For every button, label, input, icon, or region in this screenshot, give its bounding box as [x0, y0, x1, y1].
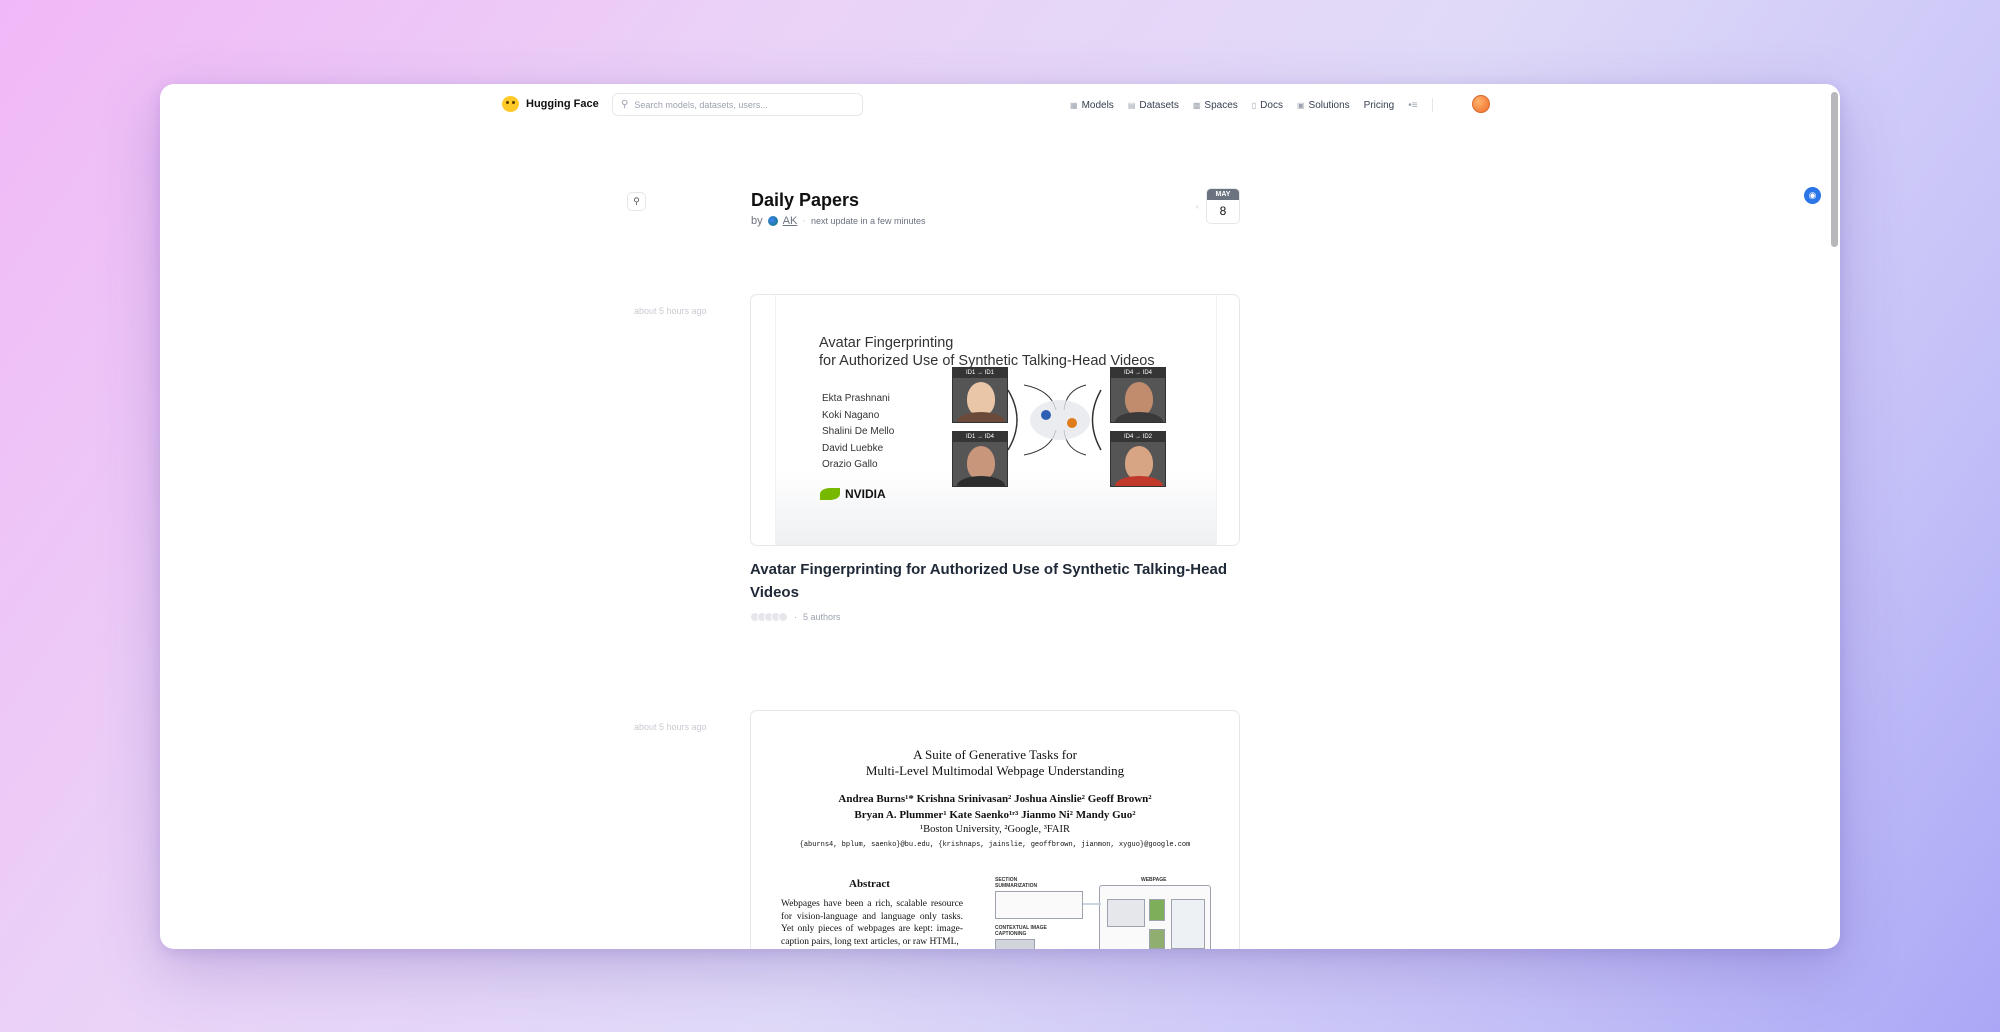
pdf-title-line1: A Suite of Generative Tasks for — [913, 747, 1077, 762]
pdf-authors-line1: Andrea Burns¹* Krishna Srinivasan² Joshu… — [838, 793, 1152, 805]
search-box[interactable]: ⚲ — [612, 93, 863, 116]
user-avatar[interactable] — [1472, 95, 1490, 113]
search-input[interactable] — [634, 99, 835, 110]
pdf-title-line2: Multi-Level Multimodal Webpage Understan… — [865, 763, 1125, 778]
byline: by AK · next update in a few minutes — [751, 215, 926, 227]
hugging-face-logo-icon — [502, 96, 519, 112]
paper-title-link[interactable]: Avatar Fingerprinting for Authorized Use… — [750, 558, 1230, 604]
browser-window: Hugging Face ⚲ ▦Models ▤Datasets ▩Spaces… — [160, 84, 1840, 949]
cube-icon: ▦ — [1070, 100, 1078, 110]
pdf-figure: SECTION SUMMARIZATION CONTEXTUAL IMAGE C… — [995, 877, 1217, 949]
nav-models-label: Models — [1081, 99, 1114, 111]
grid-icon: ▩ — [1192, 100, 1201, 110]
paper-thumbnail[interactable]: A Suite of Generative Tasks for Multi-Le… — [750, 710, 1240, 949]
face-label: ID1 → ID1 — [953, 368, 1007, 378]
doc-icon: ▯ — [1251, 100, 1257, 110]
face-label: ID1 → ID4 — [953, 432, 1007, 442]
nav-docs-label: Docs — [1260, 99, 1283, 111]
nav-models[interactable]: ▦ Models — [1070, 100, 1114, 111]
more-menu-button[interactable]: •≡ — [1408, 100, 1417, 111]
fig-webpage-text — [1107, 899, 1145, 927]
pdf-preview: A Suite of Generative Tasks for Multi-Le… — [751, 711, 1239, 949]
nav-spaces[interactable]: ▩ Spaces — [1193, 100, 1238, 111]
nav-divider — [1431, 98, 1433, 112]
by-label: by — [751, 215, 763, 227]
paper-meta: · 5 authors — [750, 612, 841, 622]
page-title: Daily Papers — [751, 190, 860, 210]
separator: · — [802, 215, 806, 227]
fig-text-box — [995, 891, 1083, 919]
nav-datasets[interactable]: ▤ Datasets — [1128, 100, 1179, 111]
fig-image-box — [995, 939, 1035, 949]
fig-label: WEBPAGE — [1141, 877, 1167, 883]
nav-links: ▦ Models ▤ Datasets ▩ Spaces ▯ Docs ▣ Solutio… — [1070, 98, 1433, 112]
more-menu-icon: •≡ — [1408, 99, 1418, 111]
nav-docs[interactable]: ▯ Docs — [1252, 100, 1283, 111]
top-nav: Hugging Face ⚲ ▦Models ▤Datasets ▩Spaces… — [160, 84, 1840, 124]
search-icon: ⚲ — [633, 196, 640, 206]
face-label: ID4 → ID2 — [1111, 432, 1165, 442]
author-avatar — [778, 612, 788, 622]
pdf-abstract-heading: Abstract — [849, 878, 890, 890]
author-link[interactable]: AK — [783, 215, 798, 227]
nav-solutions[interactable]: ▣ Solutions — [1297, 100, 1350, 111]
nav-datasets-label: Datasets — [1139, 99, 1179, 111]
fig-label: SECTION SUMMARIZATION — [995, 877, 1038, 889]
slide-image: Avatar Fingerprinting for Authorized Use… — [775, 295, 1217, 545]
nav-solutions-label: Solutions — [1308, 99, 1350, 111]
pdf-abstract-text: Webpages have been a rich, scalable reso… — [781, 899, 963, 947]
page-header: Daily Papers by AK · next update in a fe… — [751, 190, 926, 227]
papers-search-button[interactable]: ⚲ — [627, 192, 646, 211]
fig-connector — [1083, 903, 1101, 905]
briefcase-icon: ▣ — [1296, 100, 1305, 110]
search-icon: ⚲ — [621, 99, 629, 110]
date-badge[interactable]: MAY 8 — [1206, 188, 1240, 224]
brand-logo[interactable]: Hugging Face — [502, 96, 599, 112]
pdf-emails: {aburns4, bplum, saenko}@bu.edu, {krishn… — [799, 841, 1191, 849]
pdf-affiliations: ¹Boston University, ²Google, ³FAIR — [919, 824, 1071, 835]
pdf-authors-line2: Bryan A. Plummer¹ Kate Saenko¹ʳ³ Jianmo … — [854, 809, 1136, 821]
author-avatars[interactable] — [750, 612, 788, 622]
update-status: next update in a few minutes — [810, 216, 926, 226]
fig-webpage-image — [1149, 899, 1165, 921]
face-thumbnail: ID1 → ID1 — [952, 367, 1008, 423]
face-thumbnail: ID4 → ID2 — [1110, 431, 1166, 487]
brand-name: Hugging Face — [526, 98, 599, 110]
face-thumbnail: ID1 → ID4 — [952, 431, 1008, 487]
date-month: MAY — [1207, 189, 1239, 200]
chat-icon[interactable]: ◉ — [1804, 187, 1821, 204]
fig-webpage-image — [1149, 929, 1165, 949]
paper-thumbnail[interactable]: Avatar Fingerprinting for Authorized Use… — [750, 294, 1240, 546]
database-icon: ▤ — [1127, 100, 1136, 110]
nav-spaces-label: Spaces — [1204, 99, 1238, 111]
paper-timestamp: about 5 hours ago — [634, 306, 707, 316]
nav-pricing-label: Pricing — [1363, 99, 1395, 111]
previous-date-button[interactable]: ‹ — [1196, 202, 1199, 211]
author-avatar[interactable] — [767, 216, 778, 226]
fig-webpage-sidebar — [1171, 899, 1205, 949]
nav-pricing[interactable]: Pricing — [1364, 100, 1395, 111]
authors-count: 5 authors — [803, 612, 841, 622]
date-day: 8 — [1219, 204, 1227, 218]
face-label: ID4 → ID4 — [1111, 368, 1165, 378]
paper-timestamp: about 5 hours ago — [634, 722, 707, 732]
face-thumbnail: ID4 → ID4 — [1110, 367, 1166, 423]
fig-label: CONTEXTUAL IMAGE CAPTIONING — [995, 925, 1047, 937]
separator: · — [794, 612, 797, 622]
